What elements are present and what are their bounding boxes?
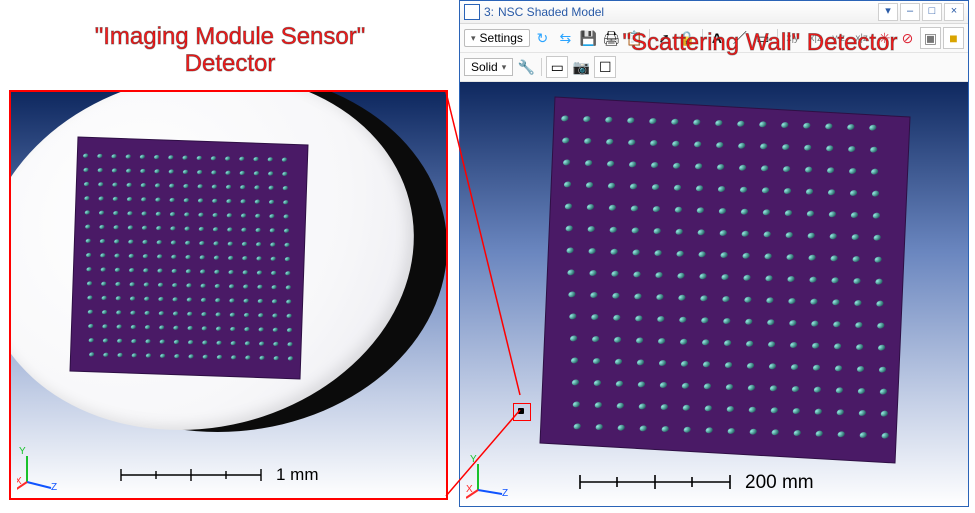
scale-bar-right: 200 mm — [570, 468, 850, 496]
restore-button[interactable]: □ — [922, 3, 942, 21]
separator — [541, 58, 542, 76]
shading-dropdown[interactable]: Solid ▾ — [464, 58, 513, 76]
dropdown-button[interactable]: ▾ — [878, 3, 898, 21]
close-button[interactable]: × — [944, 3, 964, 21]
viewport[interactable]: Y Z X 200 mm — [460, 82, 968, 506]
sensor-plate-left — [11, 92, 446, 498]
axis-triad-left: Y Z X — [17, 444, 65, 492]
scale-label-right: 200 mm — [745, 472, 814, 493]
refresh-icon[interactable]: ↻ — [532, 27, 553, 49]
frame-select-icon[interactable]: ☐ — [594, 56, 616, 78]
right-caption: "Scattering Wall" Detector — [570, 30, 950, 56]
shading-label: Solid — [471, 60, 498, 74]
svg-text:Y: Y — [470, 454, 477, 465]
wrench-icon[interactable]: 🔧 — [515, 56, 537, 78]
svg-text:Z: Z — [51, 482, 57, 492]
toolbar-row-2: Solid ▾ 🔧 ▭ 📷 ☐ — [460, 53, 968, 82]
left-caption-line1: "Imaging Module Sensor" — [95, 23, 366, 50]
window-title: NSC Shaded Model — [498, 5, 874, 19]
window-title-prefix: 3: — [484, 5, 494, 19]
scale-label-left: 1 mm — [276, 465, 319, 484]
window-icon — [464, 4, 480, 20]
svg-text:X: X — [17, 476, 22, 487]
svg-text:X: X — [466, 484, 473, 495]
svg-text:Z: Z — [502, 488, 508, 499]
app-window: 3: NSC Shaded Model ▾ – □ × ▾ Settings ↻… — [459, 0, 969, 507]
left-caption: "Imaging Module Sensor" Detector — [30, 24, 430, 78]
scattering-wall-plate — [460, 82, 968, 506]
camera-icon[interactable]: 📷 — [570, 56, 592, 78]
axis-triad-right: Y Z X — [466, 452, 514, 500]
svg-text:Y: Y — [19, 446, 26, 457]
chevron-down-icon: ▾ — [471, 33, 476, 44]
window-titlebar[interactable]: 3: NSC Shaded Model ▾ – □ × — [460, 1, 968, 24]
minimize-button[interactable]: – — [900, 3, 920, 21]
rect-icon[interactable]: ▭ — [546, 56, 568, 78]
left-caption-line2: Detector — [185, 50, 276, 77]
settings-button[interactable]: ▾ Settings — [464, 29, 530, 47]
left-inset-panel: Y Z X 1 mm — [9, 90, 448, 500]
scale-bar-left: 1 mm — [111, 462, 351, 488]
chevron-down-icon: ▾ — [502, 62, 507, 73]
zoom-marker-box — [513, 403, 531, 421]
settings-label: Settings — [480, 31, 523, 45]
